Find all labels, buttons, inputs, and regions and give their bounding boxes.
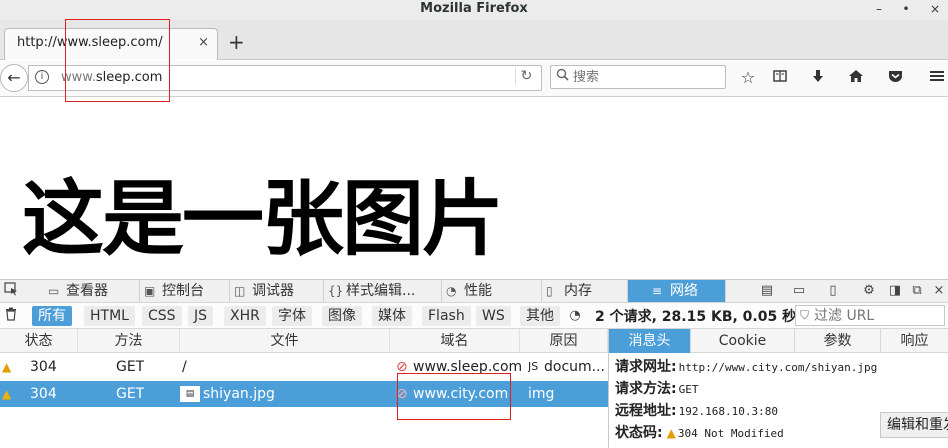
tab-cookie[interactable]: Cookie: [691, 329, 795, 353]
column-file[interactable]: 文件: [180, 329, 390, 353]
devtools-toolbar: ▭ 查看器 ▣ 控制台 ◫ 调试器 {} 样式编辑... ◔ 性能 ▯ 内存 ≡ 网络 ▤ ▭…: [0, 279, 948, 303]
search-bar[interactable]: [550, 65, 726, 89]
menu-icon[interactable]: [925, 66, 948, 90]
separate-window-icon[interactable]: ⧉: [908, 282, 926, 300]
row-status: 304: [30, 386, 57, 402]
status-code-row: 状态码: ▲ 304 Not Modified: [615, 425, 784, 441]
new-tab-button[interactable]: +: [228, 30, 245, 54]
tab-close-icon[interactable]: ×: [198, 35, 209, 50]
dock-layout-icon[interactable]: ▤: [758, 282, 776, 300]
pocket-icon[interactable]: [883, 66, 907, 90]
page-heading: 这是一张图片: [22, 172, 504, 267]
row-method: GET: [116, 386, 145, 402]
row-file: /: [182, 359, 187, 375]
filter-css[interactable]: CSS: [142, 306, 182, 326]
request-url-row: 请求网址: http://www.city.com/shiyan.jpg: [615, 359, 878, 375]
request-details-tabs: 消息头 Cookie 参数 响应: [608, 329, 948, 353]
split-console-icon[interactable]: ▭: [790, 282, 808, 300]
request-method-row: 请求方法: GET: [615, 381, 699, 397]
row-method: GET: [116, 359, 145, 375]
row-cause: img: [528, 386, 555, 402]
tab-debugger[interactable]: ◫ 调试器: [230, 280, 324, 302]
filter-xhr[interactable]: XHR: [224, 306, 266, 326]
filter-media[interactable]: 媒体: [372, 306, 412, 326]
filter-icon: ⛉: [800, 308, 810, 322]
filter-url-field[interactable]: ⛉: [795, 305, 945, 326]
memory-icon: ▯: [546, 284, 553, 298]
column-method[interactable]: 方法: [78, 329, 180, 353]
site-info-icon[interactable]: i: [35, 70, 49, 84]
tab-style-editor[interactable]: {} 样式编辑...: [324, 280, 442, 302]
filter-js[interactable]: JS: [188, 306, 214, 326]
window-title: Mozilla Firefox: [420, 1, 528, 16]
column-cause[interactable]: 原因: [520, 329, 608, 353]
page-content: 这是一张图片: [0, 98, 948, 279]
reload-icon[interactable]: ↻: [515, 68, 537, 84]
tab-response[interactable]: 响应: [881, 329, 948, 353]
request-summary: 2 个请求, 28.15 KB, 0.05 秒: [595, 309, 797, 325]
search-input[interactable]: [573, 68, 721, 86]
search-icon: [556, 68, 569, 85]
home-icon[interactable]: [844, 66, 868, 90]
dock-side-icon[interactable]: ◨: [886, 282, 904, 300]
column-status[interactable]: 状态: [0, 329, 78, 353]
image-thumbnail: ▤: [180, 386, 200, 402]
tab-headers[interactable]: 消息头: [609, 329, 691, 353]
close-devtools-icon[interactable]: ×: [930, 282, 948, 300]
download-icon[interactable]: [806, 66, 830, 90]
row-status: 304: [30, 359, 57, 375]
table-row[interactable]: ▲ 304 GET ▤ shiyan.jpg ⊘ www.city.com im…: [0, 381, 608, 407]
tab-network[interactable]: ≡ 网络: [628, 280, 726, 302]
column-domain[interactable]: 域名: [390, 329, 520, 353]
warning-icon: ▲: [666, 426, 676, 440]
back-button[interactable]: ←: [0, 64, 28, 92]
warning-icon: ▲: [2, 387, 12, 401]
filter-all[interactable]: 所有: [32, 306, 72, 326]
tab-console[interactable]: ▣ 控制台: [140, 280, 230, 302]
filter-other[interactable]: 其他: [520, 306, 560, 326]
tab-inspector[interactable]: ▭ 查看器: [44, 280, 140, 302]
row-cause: docum...: [544, 359, 606, 375]
tab-memory[interactable]: ▯ 内存: [542, 280, 628, 302]
remote-address-row: 远程地址: 192.168.10.3:80: [615, 403, 778, 419]
bookmark-star-icon[interactable]: ☆: [736, 66, 760, 90]
annotation-box-domain: [397, 373, 511, 420]
requests-table-header: 状态 方法 文件 域名 原因: [0, 329, 608, 353]
tab-params[interactable]: 参数: [795, 329, 881, 353]
settings-gear-icon[interactable]: ⚙: [860, 282, 878, 300]
filter-fonts[interactable]: 字体: [272, 306, 312, 326]
debugger-icon: ◫: [234, 284, 246, 298]
filter-images[interactable]: 图像: [322, 306, 362, 326]
close-window-button[interactable]: ×: [926, 0, 944, 18]
warning-icon: ▲: [2, 360, 12, 374]
filter-url-input[interactable]: [814, 306, 942, 325]
reading-list-icon[interactable]: [768, 66, 792, 90]
js-icon: JS: [528, 360, 539, 373]
console-icon: ▣: [144, 284, 156, 298]
performance-icon: ◔: [446, 284, 457, 298]
edit-and-resend-button[interactable]: 编辑和重发: [880, 412, 948, 438]
responsive-design-icon[interactable]: ▯: [824, 282, 842, 300]
inspector-icon: ▭: [48, 284, 60, 298]
style-editor-icon: {}: [328, 284, 344, 298]
pick-element-icon[interactable]: [2, 282, 20, 300]
filter-ws[interactable]: WS: [476, 306, 511, 326]
tab-performance[interactable]: ◔ 性能: [442, 280, 542, 302]
maximize-button[interactable]: •: [897, 0, 915, 18]
row-file: shiyan.jpg: [203, 386, 275, 402]
network-filter-bar: 所有 HTML CSS JS XHR 字体 图像 媒体 Flash WS 其他 …: [0, 303, 948, 329]
filter-flash[interactable]: Flash: [422, 306, 471, 326]
table-row[interactable]: ▲ 304 GET / ⊘ www.sleep.com JS docum...: [0, 354, 608, 380]
window-titlebar: Mozilla Firefox – • ×: [0, 0, 948, 20]
performance-analysis-icon[interactable]: ◔: [566, 307, 584, 325]
network-icon: ≡: [652, 284, 663, 298]
clear-trash-icon[interactable]: [2, 307, 20, 325]
annotation-box-url: [65, 19, 170, 102]
minimize-button[interactable]: –: [870, 0, 888, 18]
filter-html[interactable]: HTML: [84, 306, 135, 326]
